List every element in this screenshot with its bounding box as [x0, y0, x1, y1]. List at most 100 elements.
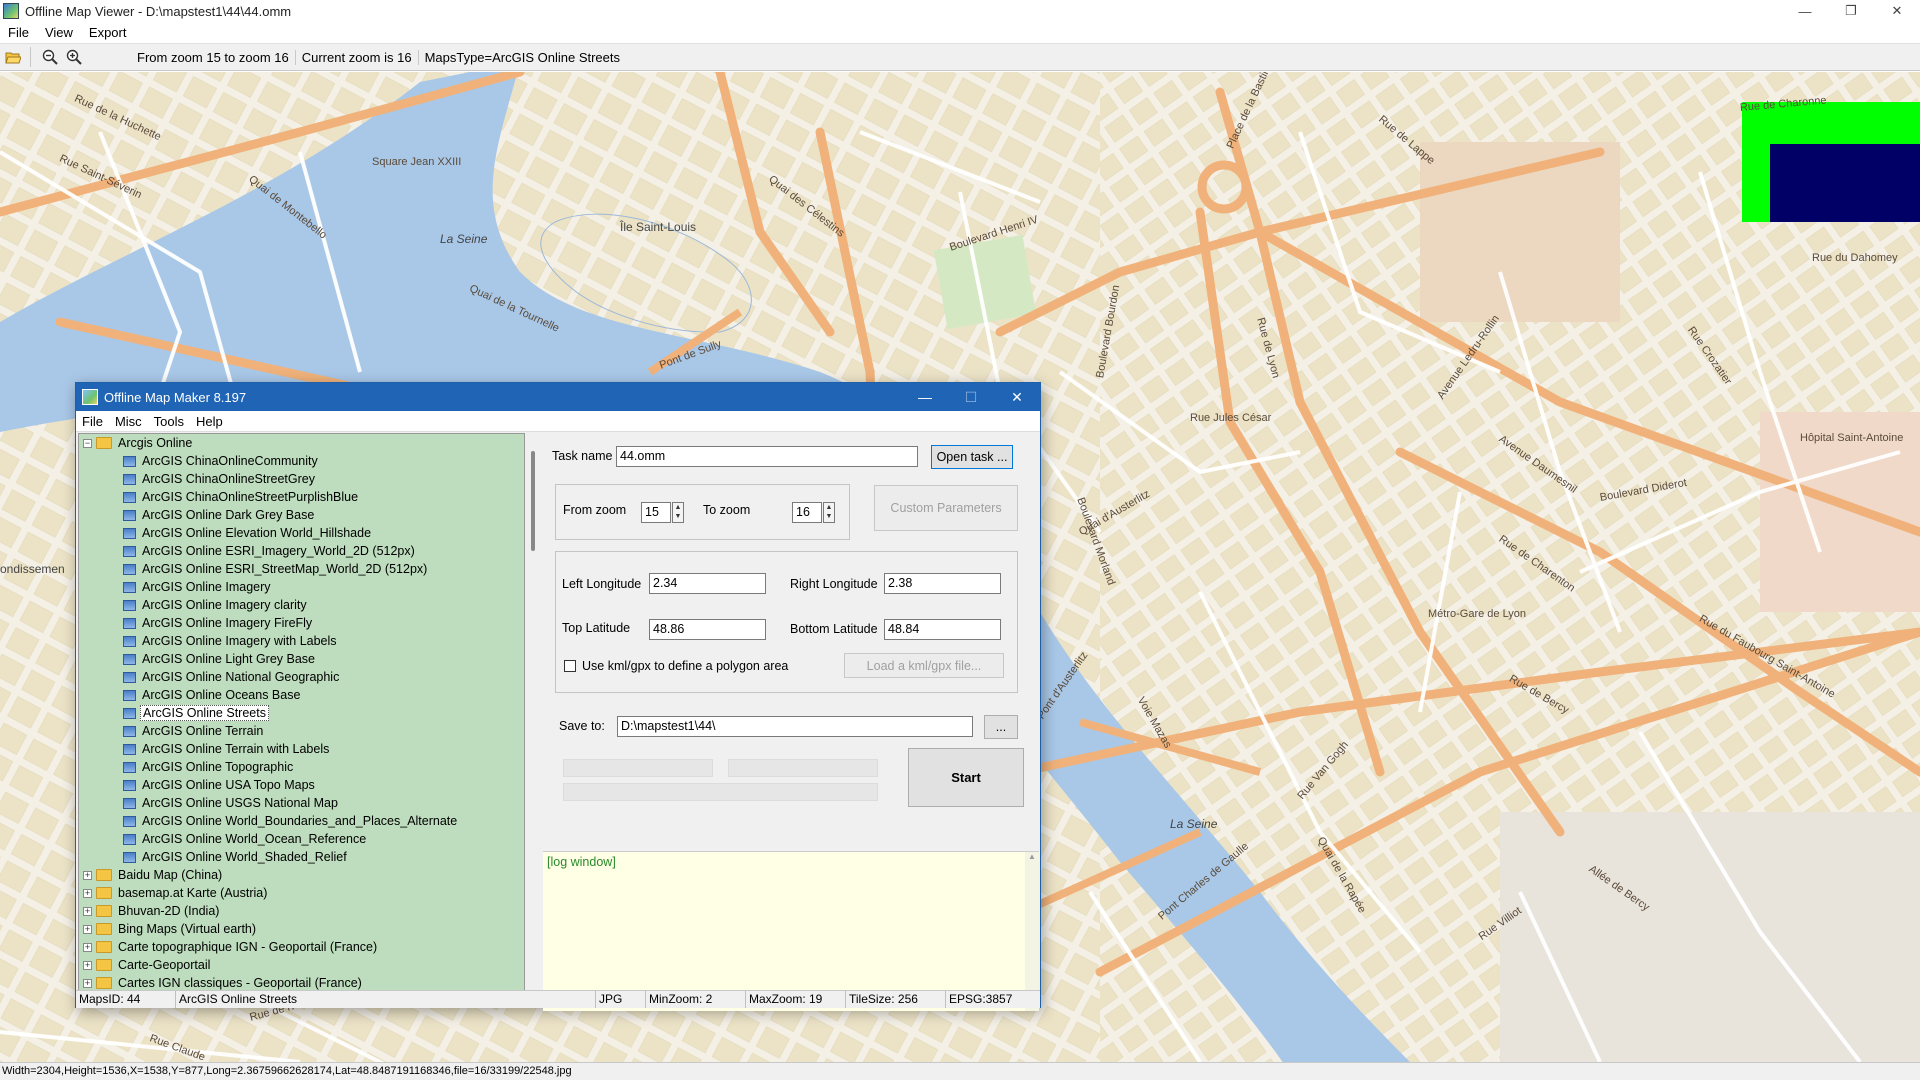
log-scrollbar[interactable]: ▲: [1025, 852, 1039, 1011]
map-layer-icon: [123, 509, 136, 521]
dialog-menu-file[interactable]: File: [76, 414, 109, 429]
offline-map-maker-dialog: Offline Map Maker 8.197 — ☐ ✕ File Misc …: [75, 382, 1041, 1011]
menu-file[interactable]: File: [0, 25, 37, 40]
tree-item[interactable]: ArcGIS Online Imagery: [79, 578, 524, 596]
tree-item[interactable]: ArcGIS Online USA Topo Maps: [79, 776, 524, 794]
tree-item[interactable]: ArcGIS Online World_Ocean_Reference: [79, 830, 524, 848]
restore-button[interactable]: ❐: [1828, 0, 1874, 22]
tree-scrollbar[interactable]: [525, 433, 542, 991]
dialog-menu-tools[interactable]: Tools: [148, 414, 190, 429]
tree-group[interactable]: + Cartes IGN classiques - Geoportail (Fra…: [79, 974, 524, 990]
tree-item[interactable]: ArcGIS Online Streets: [79, 704, 524, 722]
collapse-icon[interactable]: −: [83, 438, 92, 448]
status-maps-name: ArcGIS Online Streets: [176, 991, 596, 1008]
close-button[interactable]: ✕: [1874, 0, 1920, 22]
tree-item[interactable]: ArcGIS Online Elevation World_Hillshade: [79, 524, 524, 542]
scrollbar-thumb[interactable]: [531, 451, 535, 551]
expand-icon[interactable]: +: [83, 978, 92, 988]
tree-item[interactable]: ArcGIS Online Dark Grey Base: [79, 506, 524, 524]
tree-item-label: ArcGIS Online Imagery clarity: [142, 598, 307, 612]
to-zoom-input[interactable]: 16: [792, 502, 822, 523]
dialog-close-button[interactable]: ✕: [994, 383, 1040, 411]
map-layer-icon: [123, 455, 136, 467]
tree-group[interactable]: + basemap.at Karte (Austria): [79, 884, 524, 902]
top-latitude-input[interactable]: 48.86: [649, 619, 766, 640]
tree-item[interactable]: ArcGIS Online ESRI_StreetMap_World_2D (5…: [79, 560, 524, 578]
tree-root-arcgis[interactable]: − Arcgis Online: [79, 434, 524, 452]
tree-group[interactable]: + Carte-Geoportail: [79, 956, 524, 974]
map-layer-icon: [123, 761, 136, 773]
custom-parameters-button[interactable]: Custom Parameters: [874, 485, 1018, 531]
tree-item[interactable]: ArcGIS Online USGS National Map: [79, 794, 524, 812]
menu-view[interactable]: View: [37, 25, 81, 40]
map-layer-icon: [123, 581, 136, 593]
folder-open-icon[interactable]: [2, 46, 24, 68]
expand-icon[interactable]: +: [83, 870, 92, 880]
expand-icon[interactable]: +: [83, 960, 92, 970]
open-task-button[interactable]: Open task ...: [931, 445, 1013, 469]
tree-group[interactable]: + Bhuvan-2D (India): [79, 902, 524, 920]
zoom-out-icon[interactable]: [39, 46, 61, 68]
map-layer-icon: [123, 689, 136, 701]
map-label: Square Jean XXIII: [372, 156, 462, 168]
tree-item-label: ArcGIS Online World_Ocean_Reference: [142, 832, 367, 846]
browse-button[interactable]: ...: [984, 715, 1018, 739]
tree-item-label: ArcGIS Online World_Shaded_Relief: [142, 850, 347, 864]
zoom-in-icon[interactable]: [63, 46, 85, 68]
minimize-button[interactable]: —: [1782, 0, 1828, 22]
tree-item-label: ArcGIS Online Elevation World_Hillshade: [142, 526, 372, 540]
tree-item[interactable]: ArcGIS Online World_Boundaries_and_Place…: [79, 812, 524, 830]
tree-item[interactable]: ArcGIS Online ESRI_Imagery_World_2D (512…: [79, 542, 524, 560]
menu-export[interactable]: Export: [81, 25, 135, 40]
statusbar: Width=2304,Height=1536,X=1538,Y=877,Long…: [0, 1062, 1920, 1080]
folder-icon: [96, 887, 112, 899]
expand-icon[interactable]: +: [83, 906, 92, 916]
tree-item-label: ArcGIS Online Terrain with Labels: [142, 742, 330, 756]
tree-item[interactable]: ArcGIS Online Oceans Base: [79, 686, 524, 704]
tree-item[interactable]: ArcGIS Online Imagery with Labels: [79, 632, 524, 650]
tree-item-label: ArcGIS Online ESRI_Imagery_World_2D (512…: [142, 544, 415, 558]
tree-item[interactable]: ArcGIS Online Terrain with Labels: [79, 740, 524, 758]
kml-checkbox[interactable]: [564, 660, 576, 672]
tree-item[interactable]: ArcGIS Online Light Grey Base: [79, 650, 524, 668]
tree-item[interactable]: ArcGIS Online Topographic: [79, 758, 524, 776]
map-label: La Seine: [440, 232, 488, 246]
dialog-menu-misc[interactable]: Misc: [109, 414, 148, 429]
dialog-menu-help[interactable]: Help: [190, 414, 229, 429]
load-kml-button[interactable]: Load a kml/gpx file...: [844, 653, 1004, 678]
tree-item[interactable]: ArcGIS ChinaOnlineStreetPurplishBlue: [79, 488, 524, 506]
tree-item[interactable]: ArcGIS ChinaOnlineCommunity: [79, 452, 524, 470]
from-zoom-input[interactable]: 15: [641, 502, 671, 523]
task-panel: Task name 44.omm Open task ... From zoom…: [543, 433, 1039, 1011]
tree-group-label: Carte-Geoportail: [118, 958, 211, 972]
right-longitude-input[interactable]: 2.38: [884, 573, 1001, 594]
maps-tree[interactable]: − Arcgis Online ArcGIS ChinaOnlineCommun…: [78, 433, 525, 991]
tree-children: ArcGIS ChinaOnlineCommunity ArcGIS ChinaO…: [79, 452, 524, 866]
tree-item[interactable]: ArcGIS ChinaOnlineStreetGrey: [79, 470, 524, 488]
tree-item[interactable]: ArcGIS Online National Geographic: [79, 668, 524, 686]
tree-item[interactable]: ArcGIS Online World_Shaded_Relief: [79, 848, 524, 866]
tree-item[interactable]: ArcGIS Online Imagery clarity: [79, 596, 524, 614]
dialog-menubar: File Misc Tools Help: [76, 411, 1040, 432]
start-button[interactable]: Start: [908, 748, 1024, 807]
tree-group[interactable]: + Carte topographique IGN - Geoportail (F…: [79, 938, 524, 956]
bottom-latitude-input[interactable]: 48.84: [884, 619, 1001, 640]
expand-icon[interactable]: +: [83, 942, 92, 952]
expand-icon[interactable]: +: [83, 888, 92, 898]
tree-item[interactable]: ArcGIS Online Terrain: [79, 722, 524, 740]
tree-group[interactable]: + Baidu Map (China): [79, 866, 524, 884]
task-name-input[interactable]: 44.omm: [616, 446, 918, 467]
tree-item[interactable]: ArcGIS Online Imagery FireFly: [79, 614, 524, 632]
dialog-minimize-button[interactable]: —: [902, 383, 948, 411]
log-window[interactable]: [log window] ▲: [543, 851, 1039, 1011]
save-to-input[interactable]: D:\mapstest1\44\: [617, 716, 973, 737]
status-maps-id: MapsID: 44: [76, 991, 176, 1008]
map-layer-icon: [123, 617, 136, 629]
to-zoom-spinner[interactable]: ▲ ▼: [823, 502, 835, 523]
dialog-maximize-button[interactable]: ☐: [948, 383, 994, 411]
expand-icon[interactable]: +: [83, 924, 92, 934]
tree-group[interactable]: + Bing Maps (Virtual earth): [79, 920, 524, 938]
left-longitude-input[interactable]: 2.34: [649, 573, 766, 594]
toolbar: From zoom 15 to zoom 16 Current zoom is …: [0, 43, 1920, 71]
from-zoom-spinner[interactable]: ▲ ▼: [672, 502, 684, 523]
